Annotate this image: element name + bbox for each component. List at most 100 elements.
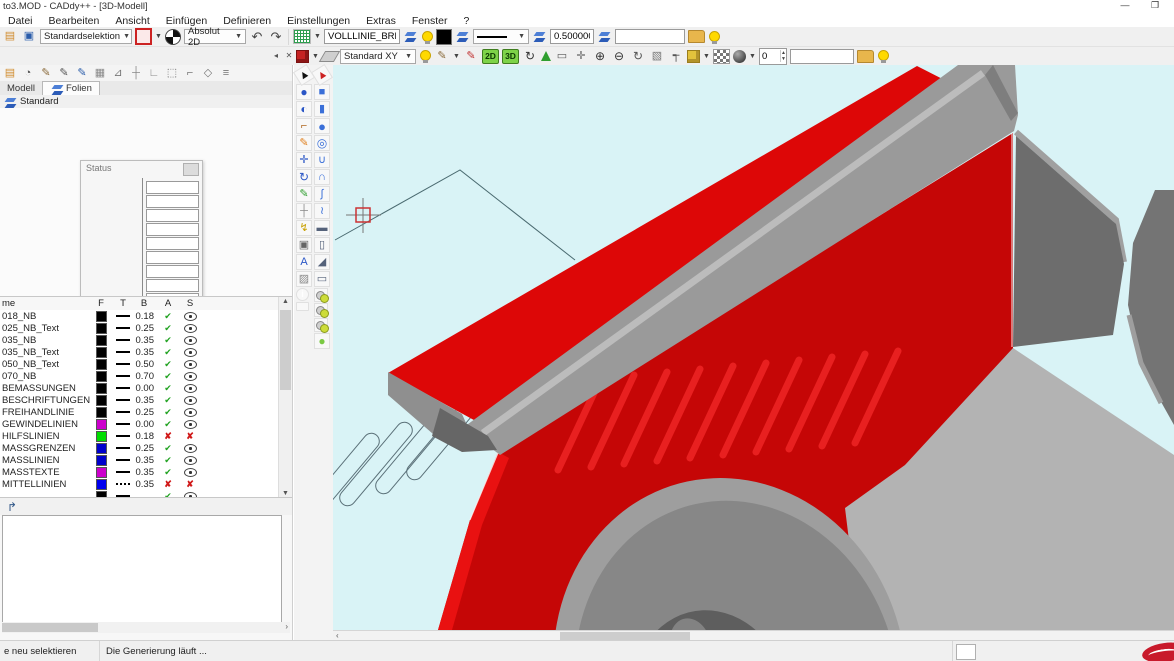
- layer-color-cell[interactable]: [90, 407, 112, 418]
- cube-icon[interactable]: ⬚: [164, 65, 180, 81]
- layer-color-cell[interactable]: [90, 467, 112, 478]
- chevron-down-icon[interactable]: ▼: [312, 53, 319, 60]
- layer-active-toggle[interactable]: ✔: [158, 323, 178, 334]
- layer-visible-toggle[interactable]: [178, 348, 202, 357]
- maximize-button[interactable]: ❐: [1144, 0, 1166, 13]
- layer-color-cell[interactable]: [90, 323, 112, 334]
- scroll-up-icon[interactable]: ▲: [282, 298, 289, 305]
- menu-datei[interactable]: Datei: [0, 15, 41, 27]
- layers-icon[interactable]: [403, 30, 418, 44]
- minimize-button[interactable]: —: [1114, 0, 1136, 13]
- boolean-intersect-icon[interactable]: [314, 318, 328, 332]
- pipe-joint-icon[interactable]: ⌐: [182, 65, 198, 81]
- layer-color-cell[interactable]: [90, 419, 112, 430]
- layer-linetype-cell[interactable]: [112, 327, 134, 329]
- layer-linetype-cell[interactable]: [112, 483, 134, 485]
- layer-row[interactable]: BEMASSUNGEN0.00✔: [0, 382, 292, 394]
- mode-2d-button[interactable]: 2D: [482, 49, 499, 64]
- pick-flash-icon[interactable]: ↯: [296, 220, 312, 236]
- layer-linetype-cell[interactable]: [112, 471, 134, 473]
- menu-einstellungen[interactable]: Einstellungen: [279, 15, 358, 27]
- layer-color-cell[interactable]: [90, 479, 112, 490]
- layer-row[interactable]: GEWINDELINIEN0.00✔: [0, 418, 292, 430]
- color-swatch[interactable]: [96, 455, 107, 466]
- layer-row[interactable]: MITTELLINIEN0.35✘✘: [0, 478, 292, 490]
- layer-row[interactable]: 070_NB0.70✔: [0, 370, 292, 382]
- layer-visible-toggle[interactable]: ✘: [178, 431, 202, 442]
- spinner-arrows[interactable]: ▲▼: [780, 50, 786, 62]
- work-plane-icon[interactable]: [319, 51, 340, 62]
- layers-icon[interactable]: [532, 30, 547, 44]
- menu-bearbeiten[interactable]: Bearbeiten: [41, 15, 108, 27]
- layer-active-toggle[interactable]: ✔: [158, 407, 178, 418]
- pen-e-icon[interactable]: ✎: [463, 48, 479, 64]
- zoom-in-icon[interactable]: ⊕: [592, 48, 608, 64]
- layer-active-toggle[interactable]: ✔: [158, 371, 178, 382]
- layer-visible-toggle[interactable]: [178, 336, 202, 345]
- linewidth-field[interactable]: [550, 29, 594, 44]
- layer-color-cell[interactable]: [90, 455, 112, 466]
- status-field[interactable]: [146, 209, 199, 222]
- text-tool-icon[interactable]: A: [296, 254, 312, 270]
- layer-visible-toggle[interactable]: [178, 384, 202, 393]
- scroll-right-icon[interactable]: ›: [285, 622, 288, 631]
- pipe-tool-icon[interactable]: ⌐: [296, 118, 312, 134]
- scrollbar-thumb[interactable]: [280, 310, 291, 390]
- layer-active-toggle[interactable]: ✔: [158, 467, 178, 478]
- pencil-icon[interactable]: ✎: [38, 65, 54, 81]
- layer-row[interactable]: MASSTEXTE0.35✔: [0, 466, 292, 478]
- view-extra-field[interactable]: [790, 49, 854, 64]
- layer-linetype-cell[interactable]: [112, 387, 134, 389]
- layer-active-toggle[interactable]: ✔: [158, 347, 178, 358]
- rotate-tool-icon[interactable]: ↻: [296, 169, 312, 185]
- sketch-pencil-icon[interactable]: ✎: [296, 135, 312, 151]
- color-swatch[interactable]: [96, 383, 107, 394]
- status-field[interactable]: [146, 265, 199, 278]
- color-swatch[interactable]: [96, 467, 107, 478]
- layer-visible-toggle[interactable]: [178, 372, 202, 381]
- layer-linetype-cell[interactable]: [112, 375, 134, 377]
- layer-row[interactable]: 035_NB_Text0.35✔: [0, 346, 292, 358]
- chevron-down-icon[interactable]: ▼: [453, 53, 460, 60]
- cube-yellow-icon[interactable]: [687, 50, 700, 63]
- layer-row[interactable]: MASSGRENZEN0.25✔: [0, 442, 292, 454]
- status-field[interactable]: [146, 223, 199, 236]
- redo-curve-icon[interactable]: ↱: [4, 499, 20, 515]
- layer-visible-toggle[interactable]: [178, 360, 202, 369]
- solid-bend-icon[interactable]: ≀: [314, 203, 330, 219]
- status-field[interactable]: [146, 195, 199, 208]
- color-swatch[interactable]: [96, 311, 107, 322]
- zoom-out-icon[interactable]: ⊖: [611, 48, 627, 64]
- column-width[interactable]: B: [134, 298, 158, 309]
- folder-paint-icon[interactable]: [688, 30, 705, 43]
- layer-row[interactable]: HILFSLINIEN0.18✘✘: [0, 430, 292, 442]
- layer-active-toggle[interactable]: ✔: [158, 443, 178, 454]
- selection-red-icon[interactable]: [135, 28, 152, 45]
- flag-icon[interactable]: ⊿: [110, 65, 126, 81]
- color-swatch[interactable]: [96, 431, 107, 442]
- doc-icon[interactable]: ▤: [2, 65, 18, 81]
- layer-linetype-cell[interactable]: [112, 435, 134, 437]
- layer-visible-toggle[interactable]: [178, 468, 202, 477]
- layer-active-toggle[interactable]: ✘: [158, 431, 178, 442]
- bulb-icon[interactable]: [421, 30, 433, 44]
- color-swatch[interactable]: [96, 443, 107, 454]
- color-swatch[interactable]: [96, 371, 107, 382]
- sphere-tool-icon[interactable]: ●: [296, 84, 312, 100]
- black-swatch-icon[interactable]: [436, 29, 452, 45]
- panel-hscrollbar[interactable]: ›: [2, 622, 290, 633]
- menu-ansicht[interactable]: Ansicht: [107, 15, 157, 27]
- layer-color-cell[interactable]: [90, 359, 112, 370]
- rotate-view-icon[interactable]: ↻: [630, 48, 646, 64]
- linetype-field[interactable]: [324, 29, 400, 44]
- layer-visible-toggle[interactable]: [178, 396, 202, 405]
- menu-fenster[interactable]: Fenster: [404, 15, 456, 27]
- layer-linetype-cell[interactable]: [112, 351, 134, 353]
- layer-row[interactable]: MASSLINIEN0.35✔: [0, 454, 292, 466]
- color-swatch[interactable]: [96, 323, 107, 334]
- layer-row[interactable]: BESCHRIFTUNGEN0.35✔: [0, 394, 292, 406]
- layer-active-toggle[interactable]: ✔: [158, 359, 178, 370]
- redo-icon[interactable]: ↷: [268, 29, 284, 45]
- selection-mode-combo[interactable]: Standardselektion▼: [40, 29, 132, 44]
- folder-paint-icon[interactable]: [857, 50, 874, 63]
